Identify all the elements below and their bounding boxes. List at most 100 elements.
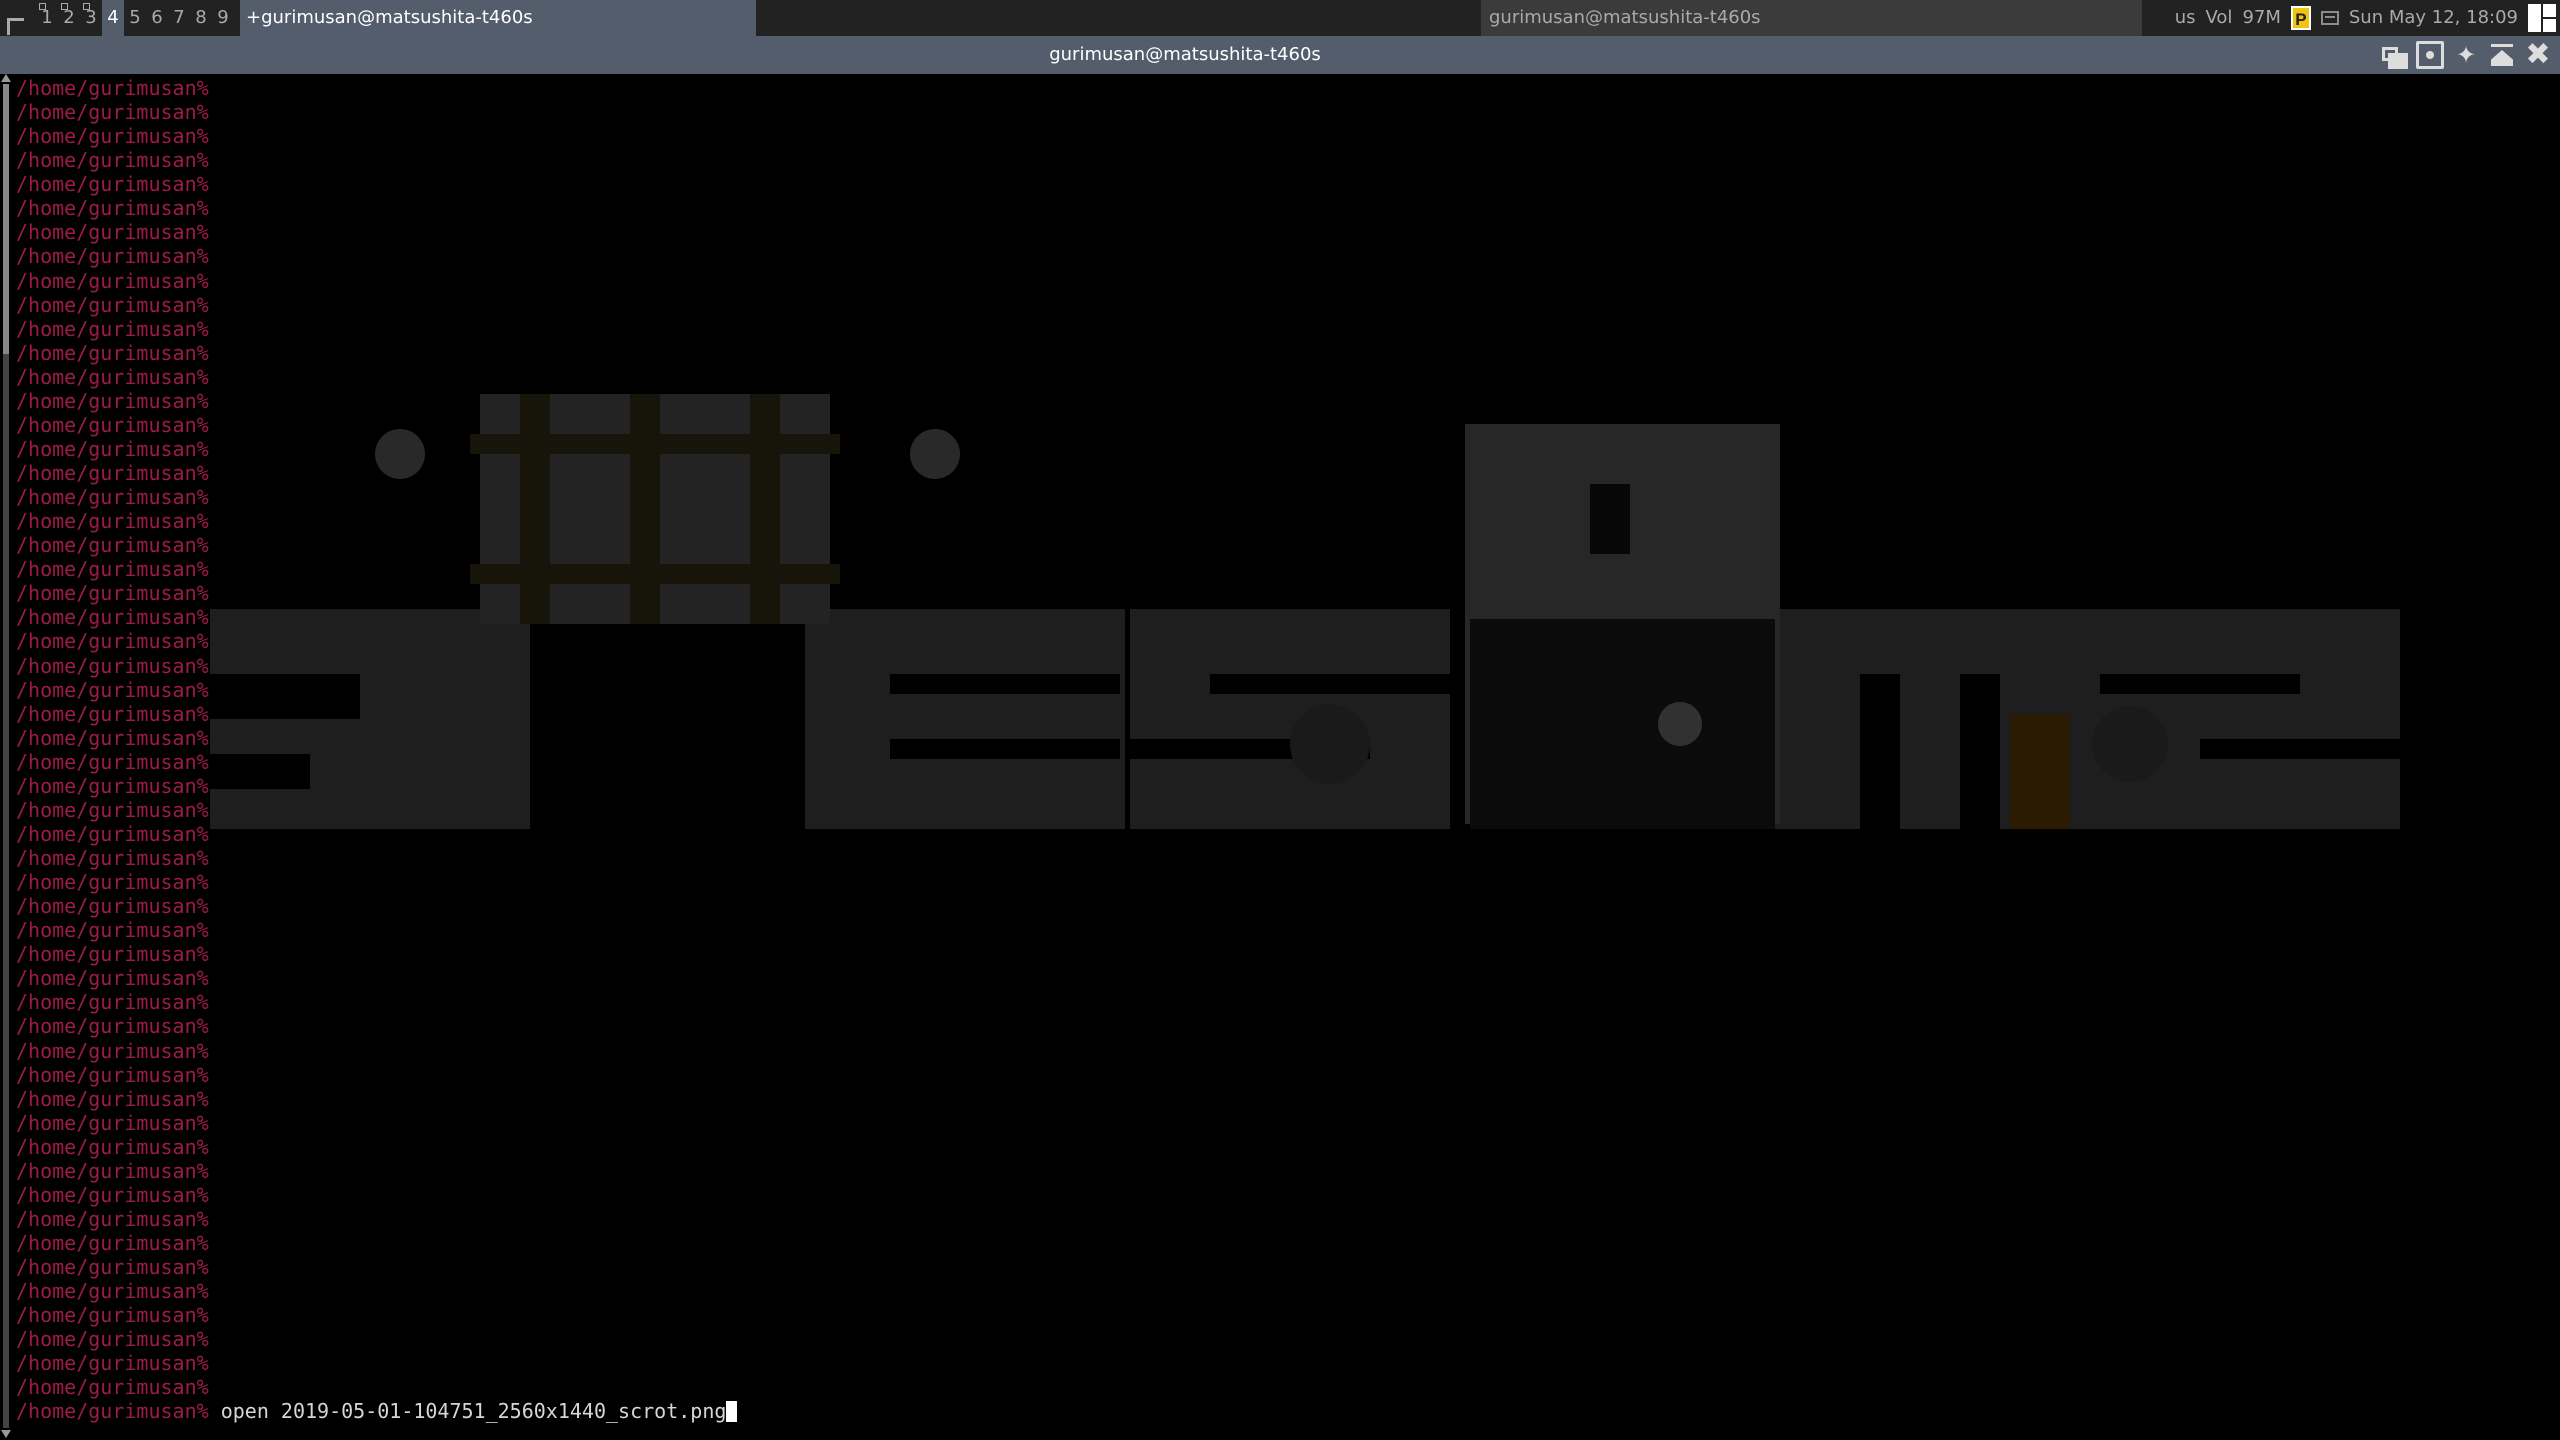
scroll-up-arrow-icon[interactable] [1,74,11,82]
keyboard-layout-widget[interactable]: us [2175,0,2196,36]
command-input[interactable]: open 2019-05-01-104751_2560x1440_scrot.p… [209,1399,727,1423]
tasklist: gurimusan@matsushita-t460s [756,0,2175,36]
prompt-text: /home/gurimusan% [16,436,209,461]
prompt-text: /home/gurimusan% [16,124,209,149]
launcher-button[interactable] [0,0,36,36]
prompt-text: /home/gurimusan% [16,196,209,221]
clock-widget[interactable]: Sun May 12, 18:09 [2349,0,2518,36]
prompt-line: /home/gurimusan% [16,942,737,966]
prompt-line: /home/gurimusan% [16,509,737,533]
prompt-text: /home/gurimusan% [16,1134,209,1159]
tag-8[interactable]: 8 [190,0,212,36]
prompt-line: /home/gurimusan% [16,196,737,220]
prompt-text: /home/gurimusan% [16,629,209,654]
prompt-text: /home/gurimusan% [16,605,209,630]
prompt-line: /home/gurimusan% [16,1375,737,1399]
prompt-line: /home/gurimusan% [16,341,737,365]
prompt-text: /home/gurimusan% [16,821,209,846]
prompt-text: /home/gurimusan% [16,148,209,173]
prompt-line: /home/gurimusan% [16,220,737,244]
prompt-line: /home/gurimusan% [16,172,737,196]
prompt-line: /home/gurimusan% [16,870,737,894]
prompt-text: /home/gurimusan% [16,1351,209,1376]
prompt-text: /home/gurimusan% [16,1014,209,1039]
prompt-text: /home/gurimusan% [16,1231,209,1255]
prompt-line: /home/gurimusan% [16,1039,737,1063]
prompt-line: /home/gurimusan% [16,1087,737,1111]
prompt-text: /home/gurimusan% [16,990,209,1015]
prompt-line: /home/gurimusan% [16,269,737,293]
prompt-line: /home/gurimusan% [16,293,737,317]
pin-icon: ✦ [2455,41,2477,69]
prompt-line: /home/gurimusan% [16,894,737,918]
prompt-text: /home/gurimusan% [16,1062,209,1087]
prompt-line: /home/gurimusan% [16,148,737,172]
floating-button[interactable] [2380,41,2408,69]
calendar-icon[interactable] [2320,11,2339,25]
prompt-text: /home/gurimusan% [16,918,209,943]
prompt-line: /home/gurimusan% [16,485,737,509]
tag-7[interactable]: 7 [168,0,190,36]
tasklist-task[interactable]: gurimusan@matsushita-t460s [1481,0,2142,36]
prompt-line: /home/gurimusan% [16,966,737,990]
prompt-text: /home/gurimusan% [16,894,209,919]
prompt-text: /home/gurimusan% [16,773,209,798]
prompt-line: /home/gurimusan% [16,798,737,822]
prompt-line: /home/gurimusan% [16,1327,737,1351]
tag-9[interactable]: 9 [212,0,234,36]
prompt-text: /home/gurimusan% [16,1279,209,1304]
prompt-text: /home/gurimusan% [16,1086,209,1111]
text-cursor [726,1401,738,1423]
prompt-text: /home/gurimusan% [16,388,209,413]
prompt-line: /home/gurimusan% [16,605,737,629]
tag-2[interactable]: 2 [58,0,80,36]
prompt-text: /home/gurimusan% [16,581,209,606]
systray: us Vol 97M P Sun May 12, 18:09 [2175,0,2560,36]
prompt-line: /home/gurimusan% [16,702,737,726]
prompt-text: /home/gurimusan% [16,412,209,437]
prompt-line: /home/gurimusan% [16,581,737,605]
prompt-line: /home/gurimusan% [16,389,737,413]
scroll-thumb[interactable] [3,84,9,354]
layout-tile-icon[interactable] [2528,4,2556,32]
terminal-window[interactable]: /home/gurimusan%/home/gurimusan%/home/gu… [0,74,2560,1440]
prompt-text: /home/gurimusan% [16,1158,209,1183]
prompt-text: /home/gurimusan% [16,364,209,389]
scroll-down-arrow-icon[interactable] [1,1430,11,1438]
ontop-button[interactable] [2488,41,2516,69]
prompt-text: /home/gurimusan% [16,1182,209,1207]
prompt-line: /home/gurimusan% [16,654,737,678]
tag-6[interactable]: 6 [146,0,168,36]
awesome-launcher-icon [7,18,24,35]
prompt-text: /home/gurimusan% [16,1255,209,1280]
command-line[interactable]: /home/gurimusan% open 2019-05-01-104751_… [16,1399,738,1423]
close-icon: ✖ [2525,37,2551,72]
tasklist-focused-task[interactable]: +gurimusan@matsushita-t460s [240,0,756,36]
tag-5[interactable]: 5 [124,0,146,36]
prompt-line: /home/gurimusan% [16,1303,737,1327]
prompt-text: /home/gurimusan% [16,557,209,582]
pomodoro-icon[interactable]: P [2290,6,2311,30]
prompt-line: /home/gurimusan% [16,1159,737,1183]
volume-widget[interactable]: Vol [2206,0,2233,36]
window-titlebar[interactable]: gurimusan@matsushita-t460s ✦ ✖ [0,36,2560,74]
prompt-text: /home/gurimusan% [16,172,209,197]
window-title: gurimusan@matsushita-t460s [1049,44,1321,65]
prompt-line: /home/gurimusan% [16,774,737,798]
prompt-line: /home/gurimusan% [16,1279,737,1303]
prompt-line: /home/gurimusan% [16,100,737,124]
prompt-text: /home/gurimusan% [16,797,209,822]
sticky-button[interactable]: ✦ [2452,41,2480,69]
titlebar-buttons: ✦ ✖ [2380,36,2552,74]
tag-4[interactable]: 4 [102,0,124,36]
prompt-text: /home/gurimusan% [16,966,209,991]
maximized-button[interactable] [2416,41,2444,69]
prompt-text: /home/gurimusan% [16,1110,209,1135]
prompt-text: /home/gurimusan% [16,220,209,245]
prompt-line: /home/gurimusan% [16,1111,737,1135]
tag-1[interactable]: 1 [36,0,58,36]
scrollbar[interactable] [0,74,12,1440]
tag-3[interactable]: 3 [80,0,102,36]
close-button[interactable]: ✖ [2524,37,2552,72]
prompt-line: /home/gurimusan% [16,918,737,942]
